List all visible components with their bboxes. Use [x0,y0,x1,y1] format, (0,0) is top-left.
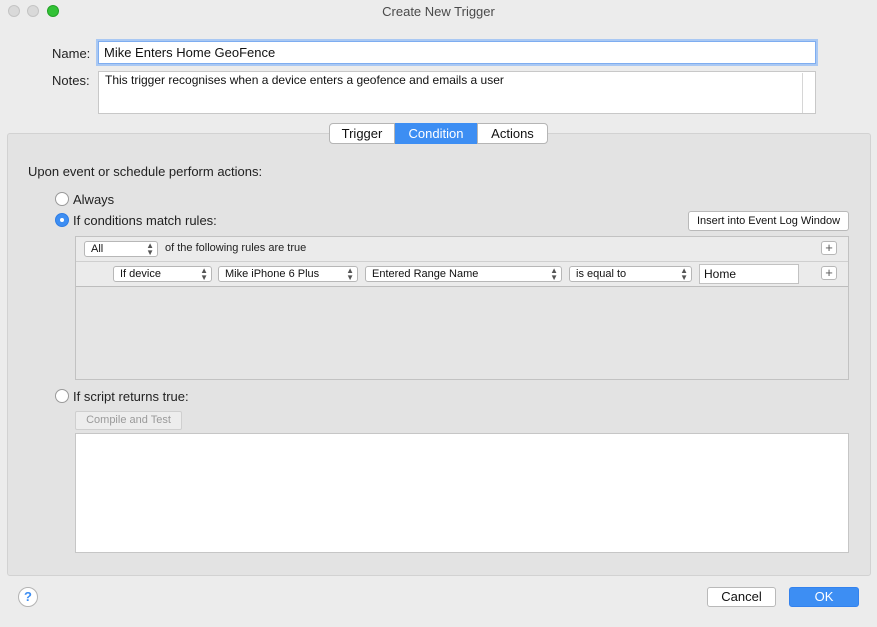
match-suffix-text: of the following rules are true [165,242,307,254]
updown-arrows-icon: ▲ ▼ [680,266,688,282]
cancel-button[interactable]: Cancel [707,587,776,607]
tab-bar: Trigger Condition Actions [329,123,548,144]
script-returns-true-label[interactable]: If script returns true: [73,389,189,404]
tab-trigger[interactable]: Trigger [329,123,395,144]
radio-always[interactable] [55,192,69,206]
insert-into-event-log-button[interactable]: Insert into Event Log Window [688,211,849,231]
notes-text: This trigger recognises when a device en… [105,73,504,87]
notes-label: Notes: [52,73,90,88]
ok-button[interactable]: OK [789,587,859,607]
rule-subject-value: If device [120,268,161,280]
updown-arrows-icon: ▲ ▼ [200,266,208,282]
rule-operator-popup[interactable]: is equal to ▲ ▼ [569,266,692,282]
tab-condition[interactable]: Condition [395,123,477,144]
rules-editor: All ▲ ▼ of the following rules are true +… [75,236,849,380]
compile-and-test-button[interactable]: Compile and Test [75,411,182,430]
add-rule-group-button[interactable]: + [821,241,837,255]
updown-arrows-icon: ▲ ▼ [346,266,354,282]
always-label[interactable]: Always [73,192,114,207]
notes-scrollbar[interactable] [802,73,803,113]
rule-subject-popup[interactable]: If device ▲ ▼ [113,266,212,282]
condition-heading: Upon event or schedule perform actions: [28,164,263,179]
rule-property-value: Entered Range Name [372,268,479,280]
window-title: Create New Trigger [382,4,495,19]
script-editor[interactable] [75,433,849,553]
match-selector-value: All [91,243,104,255]
updown-arrows-icon: ▲ ▼ [550,266,558,282]
radio-conditions-match[interactable] [55,213,69,227]
tab-actions[interactable]: Actions [477,123,548,144]
name-input[interactable]: Mike Enters Home GeoFence [98,41,816,64]
match-selector-popup[interactable]: All ▲ ▼ [84,241,158,257]
add-rule-button[interactable]: + [821,266,837,280]
rule-property-popup[interactable]: Entered Range Name ▲ ▼ [365,266,562,282]
rules-header-row: All ▲ ▼ of the following rules are true + [76,237,848,262]
question-mark-icon: ? [24,589,32,604]
radio-script-returns-true[interactable] [55,389,69,403]
rule-operator-value: is equal to [576,268,627,280]
help-button[interactable]: ? [18,587,38,607]
rule-row: If device ▲ ▼ Mike iPhone 6 Plus ▲ ▼ Enter… [76,262,848,287]
updown-arrows-icon: ▲ ▼ [146,241,154,257]
rule-device-popup[interactable]: Mike iPhone 6 Plus ▲ ▼ [218,266,358,282]
plus-icon: + [825,265,833,280]
rule-device-value: Mike iPhone 6 Plus [225,268,320,280]
conditions-match-label[interactable]: If conditions match rules: [73,213,217,228]
notes-textarea[interactable]: This trigger recognises when a device en… [98,71,816,114]
title-bar: Create New Trigger [0,0,877,22]
plus-icon: + [825,240,833,255]
name-label: Name: [52,46,91,61]
rule-value-input[interactable]: Home [699,264,799,284]
